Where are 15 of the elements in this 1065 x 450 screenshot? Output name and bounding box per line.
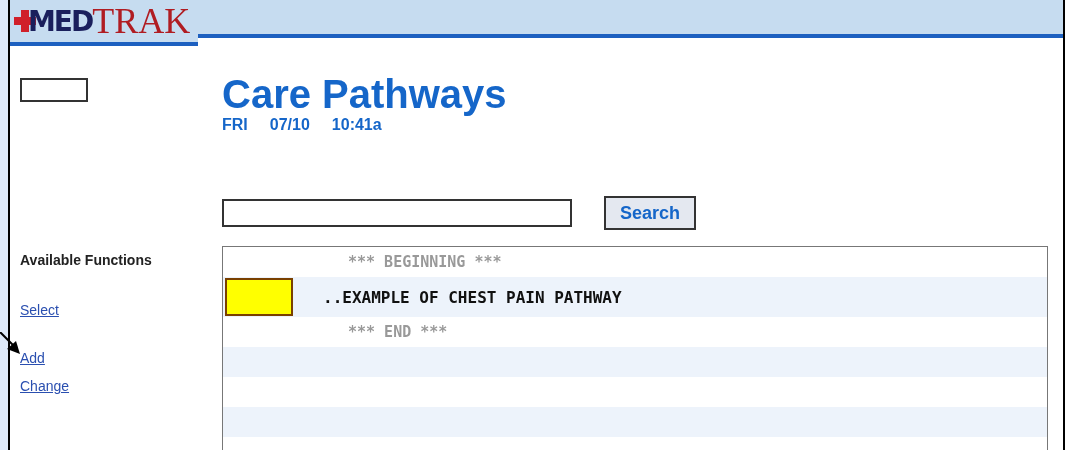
functions-heading: Available Functions bbox=[20, 252, 152, 268]
list-boundary: *** BEGINNING *** bbox=[348, 253, 502, 271]
pathway-item[interactable]: ..EXAMPLE OF CHEST PAIN PATHWAY bbox=[323, 287, 622, 307]
function-link[interactable]: Change bbox=[20, 378, 70, 394]
search-button[interactable]: Search bbox=[604, 196, 697, 230]
time-label: 10:41a bbox=[331, 116, 382, 134]
row-marker[interactable] bbox=[225, 278, 293, 316]
search-field[interactable] bbox=[222, 199, 572, 227]
logo: MEDTRAK bbox=[10, 0, 199, 46]
function-link[interactable]: Select bbox=[20, 302, 59, 318]
list-boundary: *** END *** bbox=[348, 323, 448, 341]
function-link[interactable]: Add bbox=[20, 350, 45, 366]
date-label: 07/10 bbox=[269, 116, 310, 134]
day-label: FRI bbox=[222, 116, 248, 134]
input-field[interactable] bbox=[20, 78, 88, 102]
